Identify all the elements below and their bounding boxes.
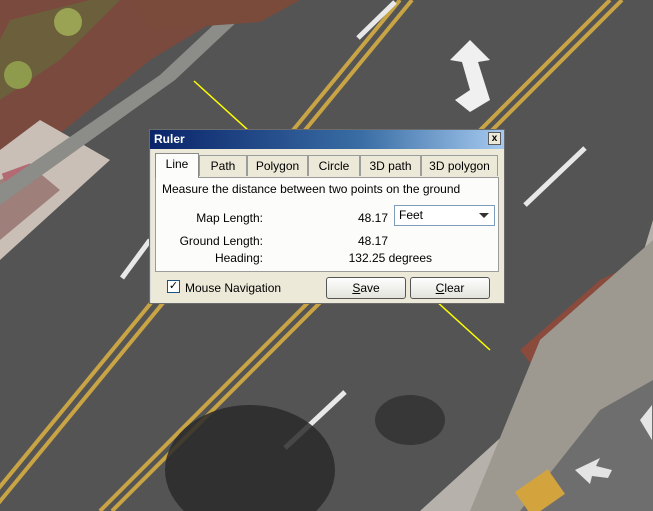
line-panel: Measure the distance between two points … <box>155 177 499 272</box>
close-icon: x <box>491 133 498 144</box>
tab-polygon[interactable]: Polygon <box>247 155 308 176</box>
chevron-down-icon <box>479 213 489 218</box>
clear-button[interactable]: Clear <box>410 277 490 299</box>
save-label: ave <box>360 281 380 295</box>
clear-label: lear <box>444 281 465 295</box>
map-length-value: 48.17 <box>357 211 388 225</box>
save-button[interactable]: Save <box>326 277 406 299</box>
panel-description: Measure the distance between two points … <box>162 182 461 196</box>
unit-dropdown[interactable]: Feet <box>394 205 495 226</box>
ground-length-label: Ground Length: <box>179 234 263 248</box>
tab-3d-path[interactable]: 3D path <box>360 155 421 176</box>
tab-3d-polygon[interactable]: 3D polygon <box>421 155 498 176</box>
map-length-label: Map Length: <box>196 211 263 225</box>
heading-value: 132.25 degrees <box>348 251 432 265</box>
unit-selected-value: Feet <box>399 208 424 222</box>
mouse-navigation-checkbox[interactable]: ✓ <box>167 280 180 293</box>
check-icon: ✓ <box>168 280 179 292</box>
ground-length-value: 48.17 <box>357 234 388 248</box>
title-bar[interactable]: Ruler x <box>150 130 504 149</box>
heading-label: Heading: <box>214 251 263 265</box>
tab-circle[interactable]: Circle <box>308 155 360 176</box>
window-title: Ruler <box>154 132 185 146</box>
ruler-dialog: Ruler x Line Path Polygon Circle 3D path… <box>149 129 505 304</box>
mouse-navigation-label[interactable]: Mouse Navigation <box>185 281 281 295</box>
close-button[interactable]: x <box>488 132 501 145</box>
tab-path[interactable]: Path <box>199 155 247 176</box>
tab-line[interactable]: Line <box>155 153 199 178</box>
